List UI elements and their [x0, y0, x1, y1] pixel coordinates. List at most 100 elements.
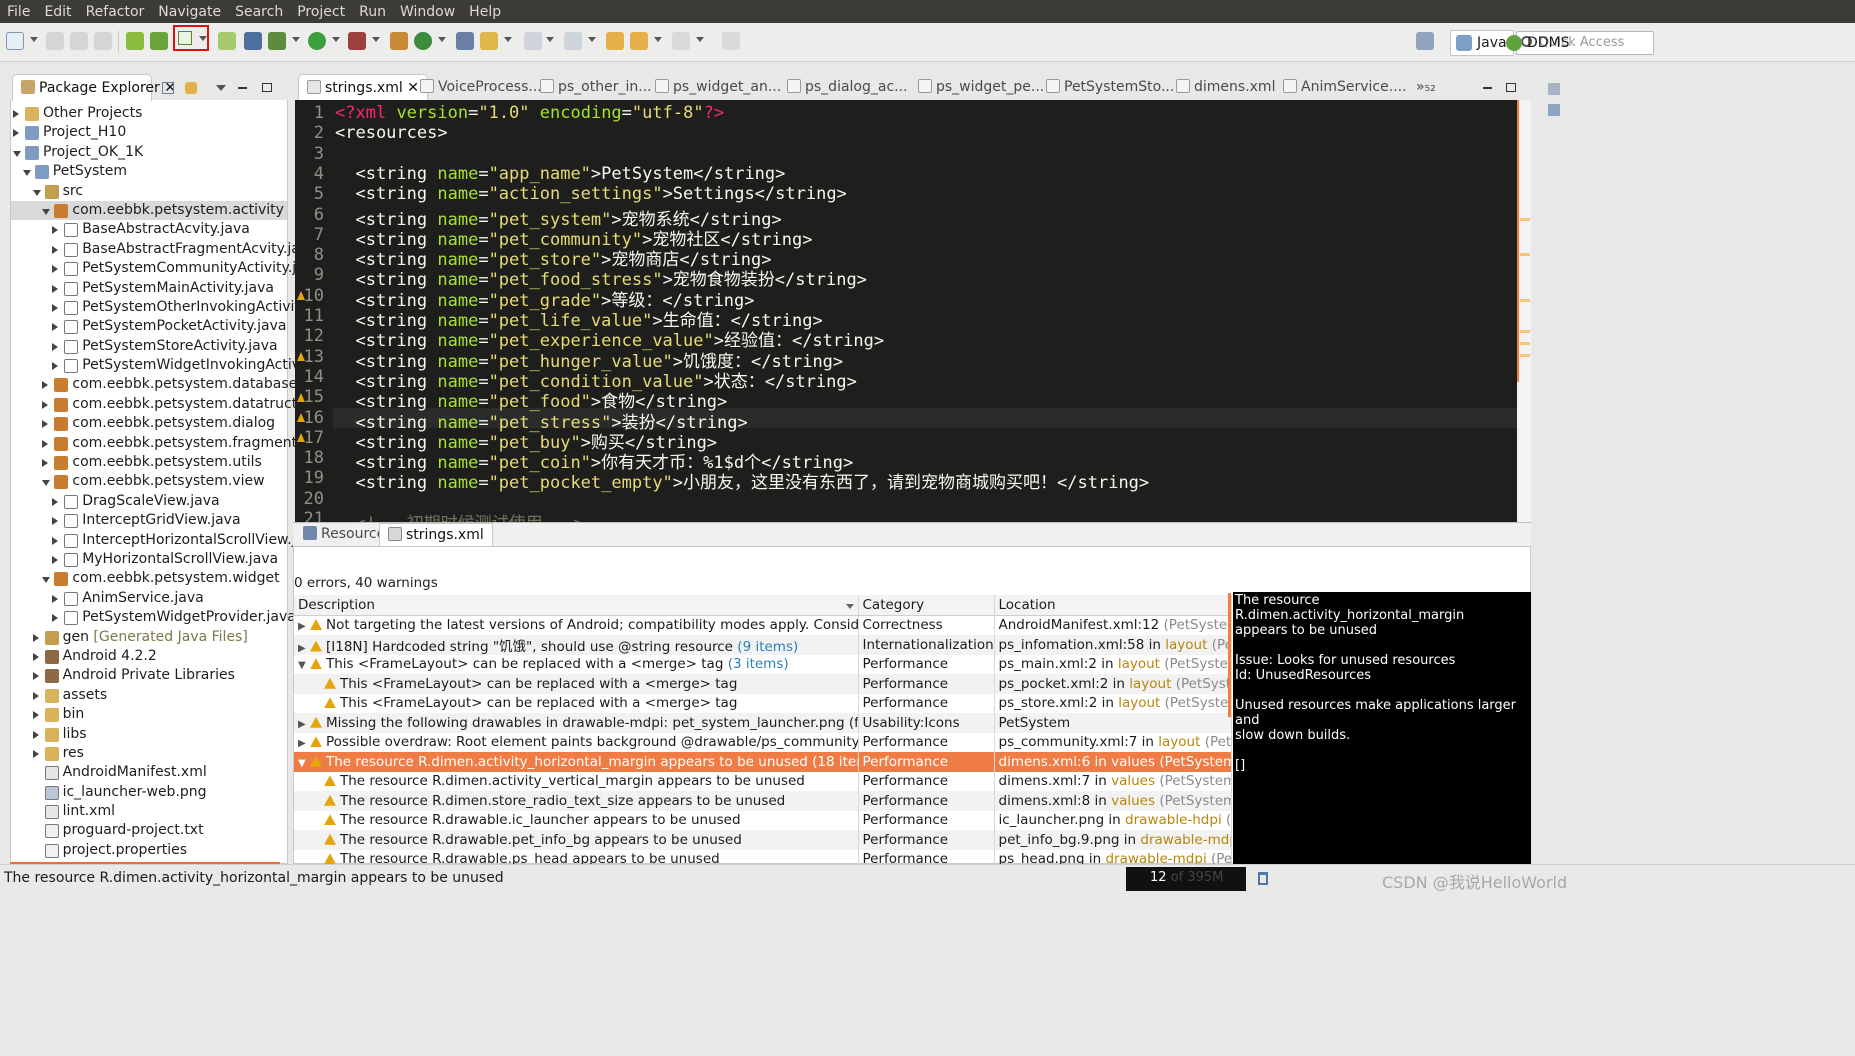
tree-item[interactable]: InterceptGridView.java: [11, 511, 287, 530]
tree-item[interactable]: Other Projects: [11, 104, 287, 123]
tree-item[interactable]: MyHorizontalScrollView.java: [11, 550, 287, 569]
collapsed-arrow-icon[interactable]: [52, 497, 59, 506]
menu-project[interactable]: Project: [290, 4, 352, 20]
search-tool-icon[interactable]: [480, 32, 498, 50]
editor-tab[interactable]: PetSystemSto...: [1038, 74, 1182, 101]
maximize-icon[interactable]: [262, 83, 272, 92]
new-dropdown-icon[interactable]: [30, 37, 38, 42]
forward-icon[interactable]: [672, 32, 690, 50]
editor-tab[interactable]: ps_other_in...: [532, 74, 660, 101]
tree-item[interactable]: AndroidManifest.xml: [11, 763, 287, 782]
expanded-arrow-icon[interactable]: [22, 170, 31, 177]
tree-item[interactable]: com.eebbk.petsystem.database: [11, 375, 297, 394]
menu-run[interactable]: Run: [352, 4, 393, 20]
tree-item[interactable]: com.eebbk.petsystem.utils: [11, 453, 287, 472]
collapsed-arrow-icon[interactable]: [42, 400, 49, 409]
collapsed-arrow-icon[interactable]: ▶: [298, 719, 310, 730]
tree-item[interactable]: BaseAbstractFragmentAcvity.java: [11, 240, 317, 259]
tree-item[interactable]: com.eebbk.petsystem.fragment: [11, 434, 297, 453]
collapsed-arrow-icon[interactable]: ▶: [298, 643, 310, 654]
tab-package-explorer[interactable]: Package Explorer ✕: [12, 74, 176, 101]
tree-item[interactable]: com.eebbk.petsystem.dialog: [11, 414, 287, 433]
link-with-editor-icon[interactable]: [185, 82, 197, 94]
debug-icon[interactable]: [244, 32, 262, 50]
lint-row[interactable]: ▼ This <FrameLayout> can be replaced with…: [294, 654, 1232, 674]
editor-tab[interactable]: strings.xml ✕: [298, 74, 428, 101]
tree-item[interactable]: project.properties: [11, 841, 287, 860]
collapsed-arrow-icon[interactable]: [52, 342, 59, 351]
lint-row[interactable]: This <FrameLayout> can be replaced with …: [294, 693, 1232, 713]
prev-annotation-icon[interactable]: [564, 32, 582, 50]
tree-item[interactable]: PetSystemMainActivity.java: [11, 279, 287, 298]
column-description[interactable]: Description: [294, 595, 859, 616]
collapsed-arrow-icon[interactable]: [32, 633, 39, 642]
tree-item[interactable]: PetSystemCommunityActivity.java: [11, 259, 322, 278]
tree-item[interactable]: PetSystemPocketActivity.java: [11, 317, 287, 336]
tree-item[interactable]: assets: [11, 686, 287, 705]
right-trim-icon[interactable]: [1548, 83, 1560, 95]
expanded-arrow-icon[interactable]: [42, 577, 51, 584]
editor-tab[interactable]: AnimService....: [1275, 74, 1415, 101]
expanded-arrow-icon[interactable]: [13, 150, 21, 157]
column-category[interactable]: Category: [858, 595, 995, 616]
collapsed-arrow-icon[interactable]: [32, 749, 39, 758]
collapsed-arrow-icon[interactable]: [52, 265, 59, 274]
lint-row[interactable]: ▶ Missing the following drawables in draw…: [294, 713, 1232, 733]
tree-item[interactable]: PetSystemWidgetProvider.java: [11, 608, 296, 627]
tree-item[interactable]: Android 4.2.2: [11, 647, 287, 666]
collapsed-arrow-icon[interactable]: [13, 110, 19, 118]
collapsed-arrow-icon[interactable]: [52, 303, 59, 312]
collapsed-arrow-icon[interactable]: [52, 536, 59, 545]
tree-item[interactable]: Project_OK_1K: [11, 143, 287, 162]
run-dropdown-icon[interactable]: [332, 37, 340, 42]
code-editor[interactable]: 1 2 3 4 5 6 7 8 9 10 11 12 13 14 15 16 17 18 19 20 21 <?xml …: [295, 100, 1530, 534]
collapsed-arrow-icon[interactable]: [42, 439, 49, 448]
tree-item[interactable]: DragScaleView.java: [11, 492, 287, 511]
menu-navigate[interactable]: Navigate: [151, 4, 228, 20]
collapsed-arrow-icon[interactable]: [52, 226, 59, 235]
tree-item[interactable]: PetSystemStoreActivity.java: [11, 337, 287, 356]
lint-row[interactable]: The resource R.drawable.pet_info_bg appe…: [294, 830, 1232, 850]
next-annotation-icon[interactable]: [524, 32, 542, 50]
collapsed-arrow-icon[interactable]: [52, 362, 59, 371]
lint-row[interactable]: ▼ The resource R.dimen.activity_horizonta…: [294, 752, 1232, 772]
tree-item[interactable]: libs: [11, 725, 287, 744]
editor-maximize-icon[interactable]: [1506, 83, 1516, 92]
collapsed-arrow-icon[interactable]: [32, 711, 39, 720]
tree-item[interactable]: PetSystem: [11, 162, 287, 181]
tree-item[interactable]: PetSystemWidgetInvokingActivity.java: [11, 356, 350, 375]
collapsed-arrow-icon[interactable]: ▶: [298, 738, 310, 749]
menu-file[interactable]: File: [0, 4, 37, 20]
collapsed-arrow-icon[interactable]: [52, 323, 59, 332]
last-edit-icon[interactable]: [606, 32, 624, 50]
tree-item[interactable]: PetSystemOtherInvokingActivity.java: [11, 298, 340, 317]
menu-help[interactable]: Help: [462, 4, 508, 20]
column-location[interactable]: Location: [994, 595, 1232, 616]
tree-item[interactable]: com.eebbk.petsystem.widget: [11, 569, 287, 588]
tree-item[interactable]: com.eebbk.petsystem.activity: [11, 200, 287, 221]
view-menu-icon[interactable]: [216, 85, 226, 91]
new-java-package-icon[interactable]: [390, 32, 408, 50]
run-icon[interactable]: [308, 32, 326, 50]
tree-item[interactable]: gen [Generated Java Files]: [11, 628, 287, 647]
new-android-project-icon[interactable]: [218, 32, 236, 50]
expanded-arrow-icon[interactable]: ▼: [298, 660, 310, 671]
collapsed-arrow-icon[interactable]: [32, 730, 39, 739]
memory-indicator[interactable]: 12 of 395M: [1126, 867, 1246, 891]
print-icon[interactable]: [94, 32, 112, 50]
editor-tab[interactable]: ps_dialog_ac...: [779, 74, 916, 101]
lint-row[interactable]: ▶ Possible overdraw: Root element paints …: [294, 732, 1232, 752]
lint-row[interactable]: The resource R.dimen.activity_vertical_m…: [294, 771, 1232, 791]
android-avd-manager-icon[interactable]: [150, 32, 168, 50]
menu-refactor[interactable]: Refactor: [79, 4, 152, 20]
collapsed-arrow-icon[interactable]: [32, 691, 39, 700]
lint-row[interactable]: ▶ [I18N] Hardcoded string "饥饿", should us…: [294, 634, 1232, 655]
tree-item[interactable]: lint.xml: [11, 802, 287, 821]
pin-editor-icon[interactable]: [722, 32, 740, 50]
tree-item[interactable]: AnimService.java: [11, 589, 287, 608]
tree-item[interactable]: Project_H10: [11, 123, 287, 142]
collapsed-arrow-icon[interactable]: [42, 381, 49, 390]
editor-minimize-icon[interactable]: [1483, 87, 1492, 89]
collapsed-arrow-icon[interactable]: [52, 594, 59, 603]
tree-item[interactable]: res: [11, 744, 287, 763]
